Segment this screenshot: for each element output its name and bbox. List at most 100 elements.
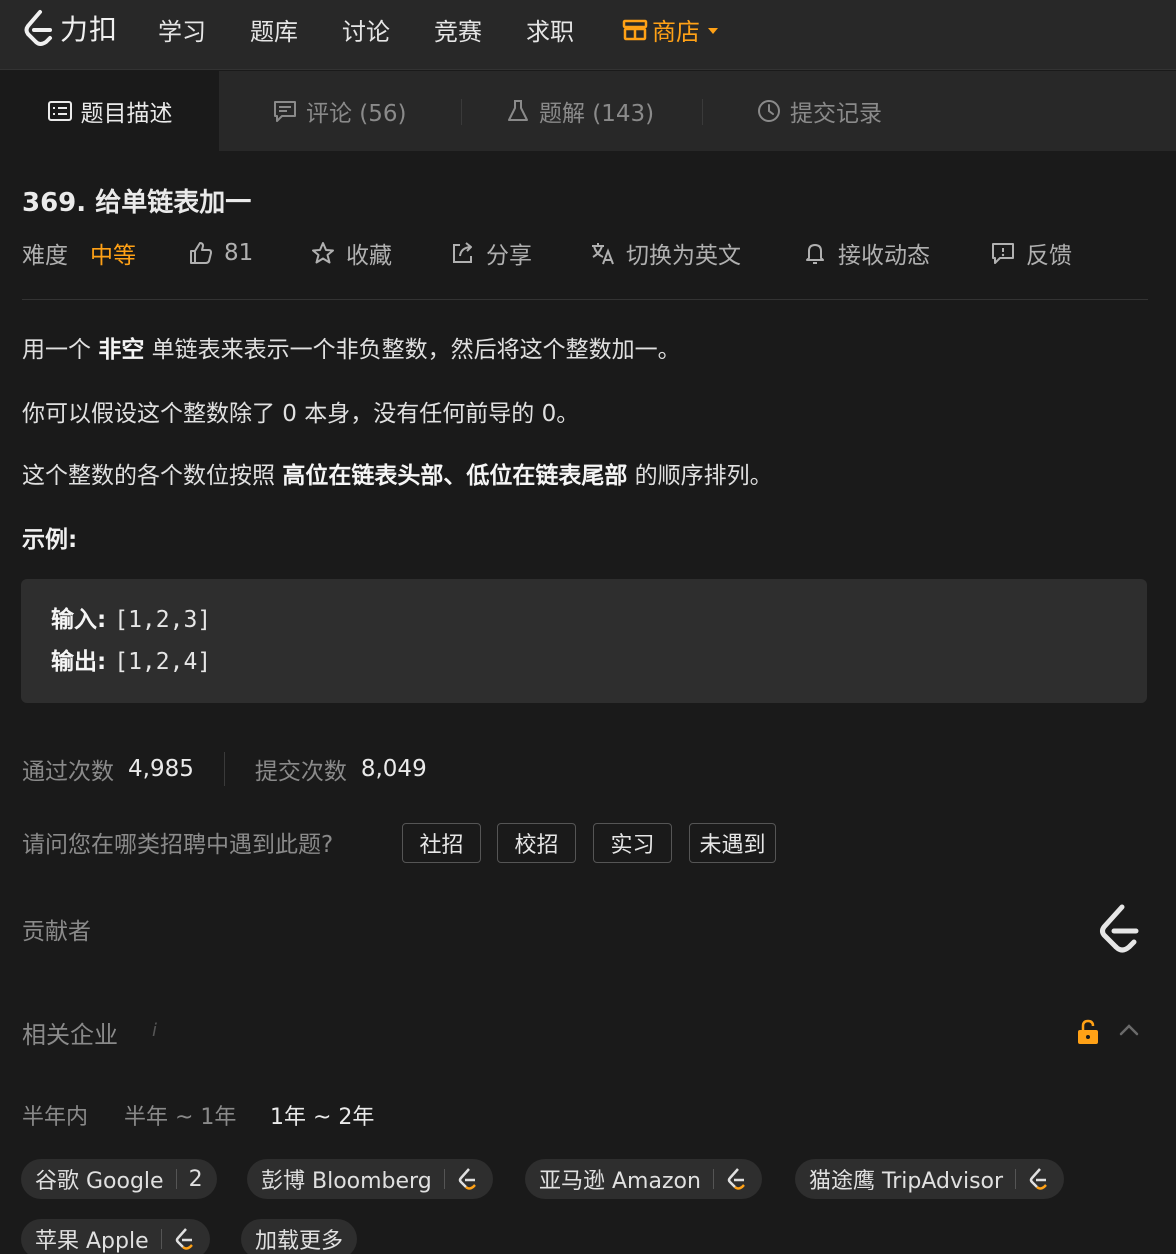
tab-description-label: 题目描述 — [80, 101, 173, 127]
survey-option-social[interactable]: 社招 — [402, 823, 481, 863]
clock-icon — [758, 100, 780, 122]
chevron-up-icon[interactable] — [1118, 1022, 1140, 1038]
tab-description[interactable]: 题目描述 — [0, 71, 219, 151]
tab-comments-label: 评论 (56) — [306, 101, 407, 127]
tab-comments[interactable]: 评论 (56) — [272, 71, 407, 151]
description-paragraph: 用一个 非空 单链表来表示一个非负整数，然后将这个整数加一。 — [22, 337, 681, 363]
example-heading: 示例: — [22, 527, 78, 553]
star-icon — [312, 242, 334, 264]
notify-button[interactable]: 接收动态 — [802, 236, 930, 270]
divider — [22, 299, 1148, 300]
company-chip-google[interactable]: 谷歌 Google 2 — [21, 1159, 217, 1199]
share-label: 分享 — [486, 243, 532, 269]
logo-text: 力扣 — [60, 13, 119, 46]
submission-stats: 通过次数 4,985 提交次数 8,049 — [22, 752, 427, 786]
notify-label: 接收动态 — [838, 243, 930, 269]
chip-divider — [712, 1169, 714, 1189]
company-name: 谷歌 Google — [35, 1169, 164, 1194]
example-input: 输入: [1,2,3] — [51, 607, 212, 633]
example-code-block: 输入: [1,2,3] 输出: [1,2,4] — [21, 579, 1147, 703]
chevron-down-icon — [708, 27, 718, 34]
share-icon — [453, 242, 472, 263]
leetcode-lock-icon — [175, 1228, 193, 1250]
company-chip-bloomberg[interactable]: 彭博 Bloomberg — [247, 1159, 493, 1199]
document-icon — [47, 101, 72, 121]
company-name: 彭博 Bloomberg — [261, 1169, 432, 1194]
description-paragraph: 这个整数的各个数位按照 高位在链表头部、低位在链表尾部 的顺序排列。 — [22, 463, 773, 489]
thumbs-up-icon — [190, 242, 212, 264]
top-navbar: 力扣 学习 题库 讨论 竞赛 求职 商店 — [0, 0, 1176, 70]
company-name: 亚马逊 Amazon — [539, 1169, 701, 1194]
company-chip-tripadvisor[interactable]: 猫途鹰 TripAdvisor — [795, 1159, 1065, 1199]
survey-option-none[interactable]: 未遇到 — [689, 823, 776, 863]
companies-label: 相关企业 — [22, 1021, 118, 1049]
leetcode-lock-icon — [458, 1168, 476, 1190]
company-chip-apple[interactable]: 苹果 Apple — [21, 1219, 210, 1254]
info-icon[interactable]: i — [152, 1020, 157, 1041]
problem-title: 369. 给单链表加一 — [22, 188, 252, 218]
share-button[interactable]: 分享 — [450, 236, 532, 270]
store-icon — [622, 19, 648, 40]
company-name: 猫途鹰 TripAdvisor — [809, 1169, 1004, 1194]
example-output: 输出: [1,2,4] — [51, 649, 212, 675]
switch-language-button[interactable]: 切换为英文 — [590, 236, 741, 270]
comment-icon — [274, 101, 296, 122]
tab-submissions[interactable]: 提交记录 — [756, 71, 882, 151]
contributors-label: 贡献者 — [22, 919, 91, 945]
nav-store[interactable]: 商店 — [622, 12, 718, 47]
accepted-label: 通过次数 — [22, 759, 114, 785]
chip-divider — [443, 1169, 445, 1189]
difficulty: 难度 中等 — [22, 236, 136, 270]
tab-divider — [702, 99, 703, 125]
bell-icon — [806, 244, 824, 264]
chip-divider — [160, 1229, 162, 1249]
nav-discuss[interactable]: 讨论 — [342, 12, 390, 47]
unlock-icon[interactable] — [1076, 1018, 1100, 1046]
stat-divider — [223, 752, 225, 786]
survey-option-campus[interactable]: 校招 — [497, 823, 576, 863]
feedback-icon — [992, 243, 1014, 264]
difficulty-value: 中等 — [90, 243, 136, 269]
translate-icon — [592, 243, 614, 265]
submitted-label: 提交次数 — [254, 759, 347, 785]
company-chip-amazon[interactable]: 亚马逊 Amazon — [525, 1159, 762, 1199]
contributor-avatar-icon[interactable] — [1096, 902, 1144, 956]
like-button[interactable]: 81 — [188, 236, 253, 270]
submitted-count: 8,049 — [360, 756, 427, 782]
description-paragraph: 你可以假设这个整数除了 0 本身，没有任何前导的 0。 — [22, 401, 580, 427]
period-one-to-two-years[interactable]: 1年 ~ 2年 — [270, 1099, 374, 1131]
tab-submissions-label: 提交记录 — [790, 101, 882, 127]
company-name: 苹果 Apple — [35, 1229, 149, 1254]
store-label: 商店 — [652, 18, 700, 46]
favorite-button[interactable]: 收藏 — [310, 236, 392, 270]
chip-divider — [175, 1169, 177, 1189]
tab-divider — [461, 99, 462, 125]
nav-problemset[interactable]: 题库 — [250, 12, 298, 47]
leetcode-lock-icon — [727, 1168, 745, 1190]
tab-solutions-label: 题解 (143) — [539, 101, 655, 127]
feedback-button[interactable]: 反馈 — [990, 236, 1072, 270]
survey-question: 请问您在哪类招聘中遇到此题? — [22, 832, 334, 858]
nav-contest[interactable]: 竞赛 — [434, 12, 482, 47]
problem-tabs: 题目描述 评论 (56) 题解 (143) 提交记录 — [0, 71, 1176, 151]
switch-language-label: 切换为英文 — [626, 243, 741, 269]
period-half-to-one-year[interactable]: 半年 ~ 1年 — [124, 1099, 236, 1131]
accepted-count: 4,985 — [128, 756, 194, 782]
leetcode-logo[interactable]: 力扣 — [20, 8, 118, 48]
nav-study[interactable]: 学习 — [158, 12, 206, 47]
favorite-label: 收藏 — [346, 243, 392, 269]
like-count: 81 — [224, 240, 254, 266]
nav-jobs[interactable]: 求职 — [526, 12, 574, 47]
survey-option-intern[interactable]: 实习 — [593, 823, 672, 863]
leetcode-logo-icon — [24, 10, 52, 46]
feedback-label: 反馈 — [1026, 243, 1072, 269]
chip-divider — [1015, 1169, 1017, 1189]
flask-icon — [508, 100, 528, 121]
period-half-year[interactable]: 半年内 — [22, 1099, 88, 1131]
difficulty-label: 难度 — [22, 243, 68, 269]
company-count: 2 — [188, 1166, 203, 1192]
leetcode-lock-icon — [1029, 1168, 1047, 1190]
load-more-button[interactable]: 加载更多 — [241, 1219, 358, 1254]
tab-solutions[interactable]: 题解 (143) — [505, 71, 654, 151]
load-more-label: 加载更多 — [255, 1229, 344, 1254]
